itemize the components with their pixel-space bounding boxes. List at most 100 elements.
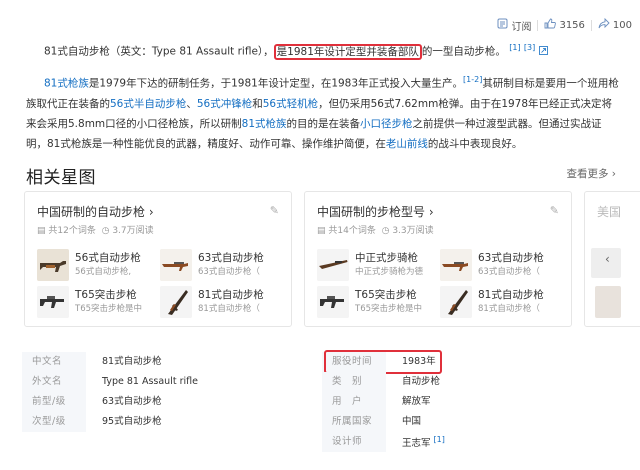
card-meta: ▤ 共12个词条 ◷ 3.7万阅读: [37, 223, 154, 236]
rifle-thumbnail: [160, 249, 192, 281]
gun-item[interactable]: T65突击步枪 T65突击步枪是中: [37, 284, 161, 320]
infobox-label: 中文名: [22, 352, 86, 372]
like-button[interactable]: 3156: [544, 18, 585, 32]
rifle-thumbnail: [440, 286, 472, 318]
infobox-value-link[interactable]: 95式自动步枪: [102, 412, 162, 432]
body-text: 和: [252, 97, 263, 110]
link-81-family[interactable]: 81式枪族: [44, 78, 89, 90]
subscribe-button[interactable]: 订阅: [497, 18, 531, 33]
related-card[interactable]: 中国研制的自动步枪 › ✎ ▤ 共12个词条 ◷ 3.7万阅读 56式自动步枪 …: [24, 191, 292, 327]
gun-item[interactable]: 63式自动步枪 63式自动步枪（: [440, 247, 564, 283]
infobox-label: 用 户: [322, 392, 386, 412]
infobox-row: 次型/级 95式自动步枪: [22, 412, 312, 432]
infobox-value-link[interactable]: 63式自动步枪: [102, 392, 162, 412]
infobox-label: 次型/级: [22, 412, 86, 432]
reference-icon[interactable]: [538, 45, 548, 58]
rifle-thumbnail: [317, 249, 349, 281]
rifle-thumbnail: [317, 286, 349, 318]
subscribe-icon: [497, 18, 508, 32]
infobox-label: 前型/级: [22, 392, 86, 412]
link-laoshan-front[interactable]: 老山前线: [386, 138, 428, 150]
edit-pencil-icon[interactable]: ✎: [270, 204, 279, 217]
link-type56-smg[interactable]: 56式冲锋枪: [197, 98, 252, 110]
link-type56-lmg[interactable]: 56式轻机枪: [263, 98, 318, 110]
toolbar-divider: [590, 19, 592, 31]
summary-text-end: 的一型自动步枪。: [421, 45, 506, 58]
rifle-thumbnail: [440, 249, 472, 281]
link-81-family-2[interactable]: 81式枪族: [242, 118, 287, 130]
gun-name: 81式自动步枪: [478, 289, 544, 301]
gun-desc: T65突击步枪是中: [75, 304, 143, 314]
infobox-row: 前型/级 63式自动步枪: [22, 392, 312, 412]
card-title[interactable]: 美国: [597, 203, 621, 220]
entries-icon: ▤: [317, 226, 326, 236]
rifle-thumbnail: [37, 286, 69, 318]
gun-item[interactable]: 56式自动步枪 56式自动步枪,: [37, 247, 161, 283]
reference-link[interactable]: [1]: [509, 43, 520, 52]
card-view-count: 3.3万阅读: [392, 226, 434, 236]
infobox-value: 解放军: [402, 396, 431, 407]
related-card[interactable]: 中国研制的步枪型号 › ✎ ▤ 共14个词条 ◷ 3.3万阅读 中正式步骑枪 中…: [304, 191, 572, 327]
body-text: 的战斗中表现良好。: [427, 137, 523, 150]
gun-name: 81式自动步枪: [198, 289, 264, 301]
gun-name: T65突击步枪: [75, 289, 137, 301]
card-title[interactable]: 中国研制的步枪型号 ›: [317, 203, 434, 220]
infobox-label: 所属国家: [322, 412, 386, 432]
gun-name: 63式自动步枪: [478, 252, 544, 264]
infobox-value: 81式自动步枪: [102, 356, 162, 367]
gun-item[interactable]: 81式自动步枪 81式自动步枪（: [160, 284, 284, 320]
body-text: 是1979年下达的研制任务，于1981年设计定型，在1983年正式投入大量生产。: [88, 77, 464, 90]
infobox-row: 外文名 Type 81 Assault rifle: [22, 372, 312, 392]
thumbs-up-icon: [544, 18, 557, 32]
view-more-link[interactable]: 查看更多 ›: [566, 166, 616, 181]
highlighted-summary-text: 是1981年设计定型并装备部队: [273, 43, 422, 60]
gun-desc: 63式自动步枪（: [478, 267, 540, 277]
related-card[interactable]: 美国 ‹: [584, 191, 640, 327]
rifle-thumbnail: [37, 249, 69, 281]
infobox-label: 类 别: [322, 372, 386, 392]
infobox-value-link[interactable]: 自动步枪: [402, 372, 440, 392]
toolbar-divider: [537, 19, 539, 31]
views-icon: ◷: [101, 226, 110, 236]
like-count: 3156: [559, 19, 585, 31]
entries-icon: ▤: [37, 226, 46, 236]
view-more-label: 查看更多: [566, 168, 609, 180]
infobox-label: 外文名: [22, 372, 86, 392]
card-meta: ▤ 共14个词条 ◷ 3.3万阅读: [317, 223, 434, 236]
reference-link[interactable]: [3]: [524, 43, 535, 52]
gun-item[interactable]: 81式自动步枪 81式自动步枪（: [440, 284, 564, 320]
related-section-title: 相关星图: [26, 168, 96, 188]
gun-item[interactable]: 中正式步骑枪 中正式步骑枪为德: [317, 247, 441, 283]
article-toolbar: 订阅 3156 100: [497, 17, 632, 33]
gun-desc: T65突击步枪是中: [355, 304, 423, 314]
share-icon: [598, 17, 610, 32]
gun-name: T65突击步枪: [355, 289, 417, 301]
infobox-row: 设计师 王志军 [1]: [322, 432, 622, 452]
infobox-value: 王志军 [1]: [402, 434, 445, 450]
reference-link[interactable]: [1]: [434, 435, 445, 444]
link-small-caliber-rifle[interactable]: 小口径步枪: [360, 118, 413, 130]
chevron-left-icon[interactable]: ‹: [605, 252, 610, 266]
card-thumbnail: [595, 286, 621, 318]
gun-desc: 63式自动步枪（: [198, 267, 260, 277]
reference-link[interactable]: [1-2]: [463, 75, 482, 84]
gun-name: 中正式步骑枪: [355, 252, 418, 264]
intro-body: 81式枪族是1979年下达的研制任务，于1981年设计定型，在1983年正式投入…: [26, 70, 622, 154]
body-text: 、: [186, 97, 197, 110]
chevron-right-icon: ›: [611, 168, 616, 180]
chevron-right-icon: ›: [428, 205, 434, 219]
edit-pencil-icon[interactable]: ✎: [550, 204, 559, 217]
gun-item[interactable]: T65突击步枪 T65突击步枪是中: [317, 284, 441, 320]
card-title[interactable]: 中国研制的自动步枪 ›: [37, 203, 154, 220]
body-text: 的目的是在装备: [286, 117, 361, 130]
gun-desc: 81式自动步枪（: [198, 304, 260, 314]
summary-text-start: 81式自动步枪（英文：Type 81 Assault rifle），: [44, 45, 274, 58]
gun-item[interactable]: 63式自动步枪 63式自动步枪（: [160, 247, 284, 283]
link-type56-sks[interactable]: 56式半自动步枪: [110, 98, 186, 110]
card-entry-count: 共14个词条: [328, 226, 376, 236]
gun-desc: 中正式步骑枪为德: [355, 267, 424, 277]
gun-desc: 81式自动步枪（: [478, 304, 540, 314]
gun-name: 63式自动步枪: [198, 252, 264, 264]
share-button[interactable]: 100: [598, 17, 632, 32]
share-count: 100: [612, 19, 632, 31]
